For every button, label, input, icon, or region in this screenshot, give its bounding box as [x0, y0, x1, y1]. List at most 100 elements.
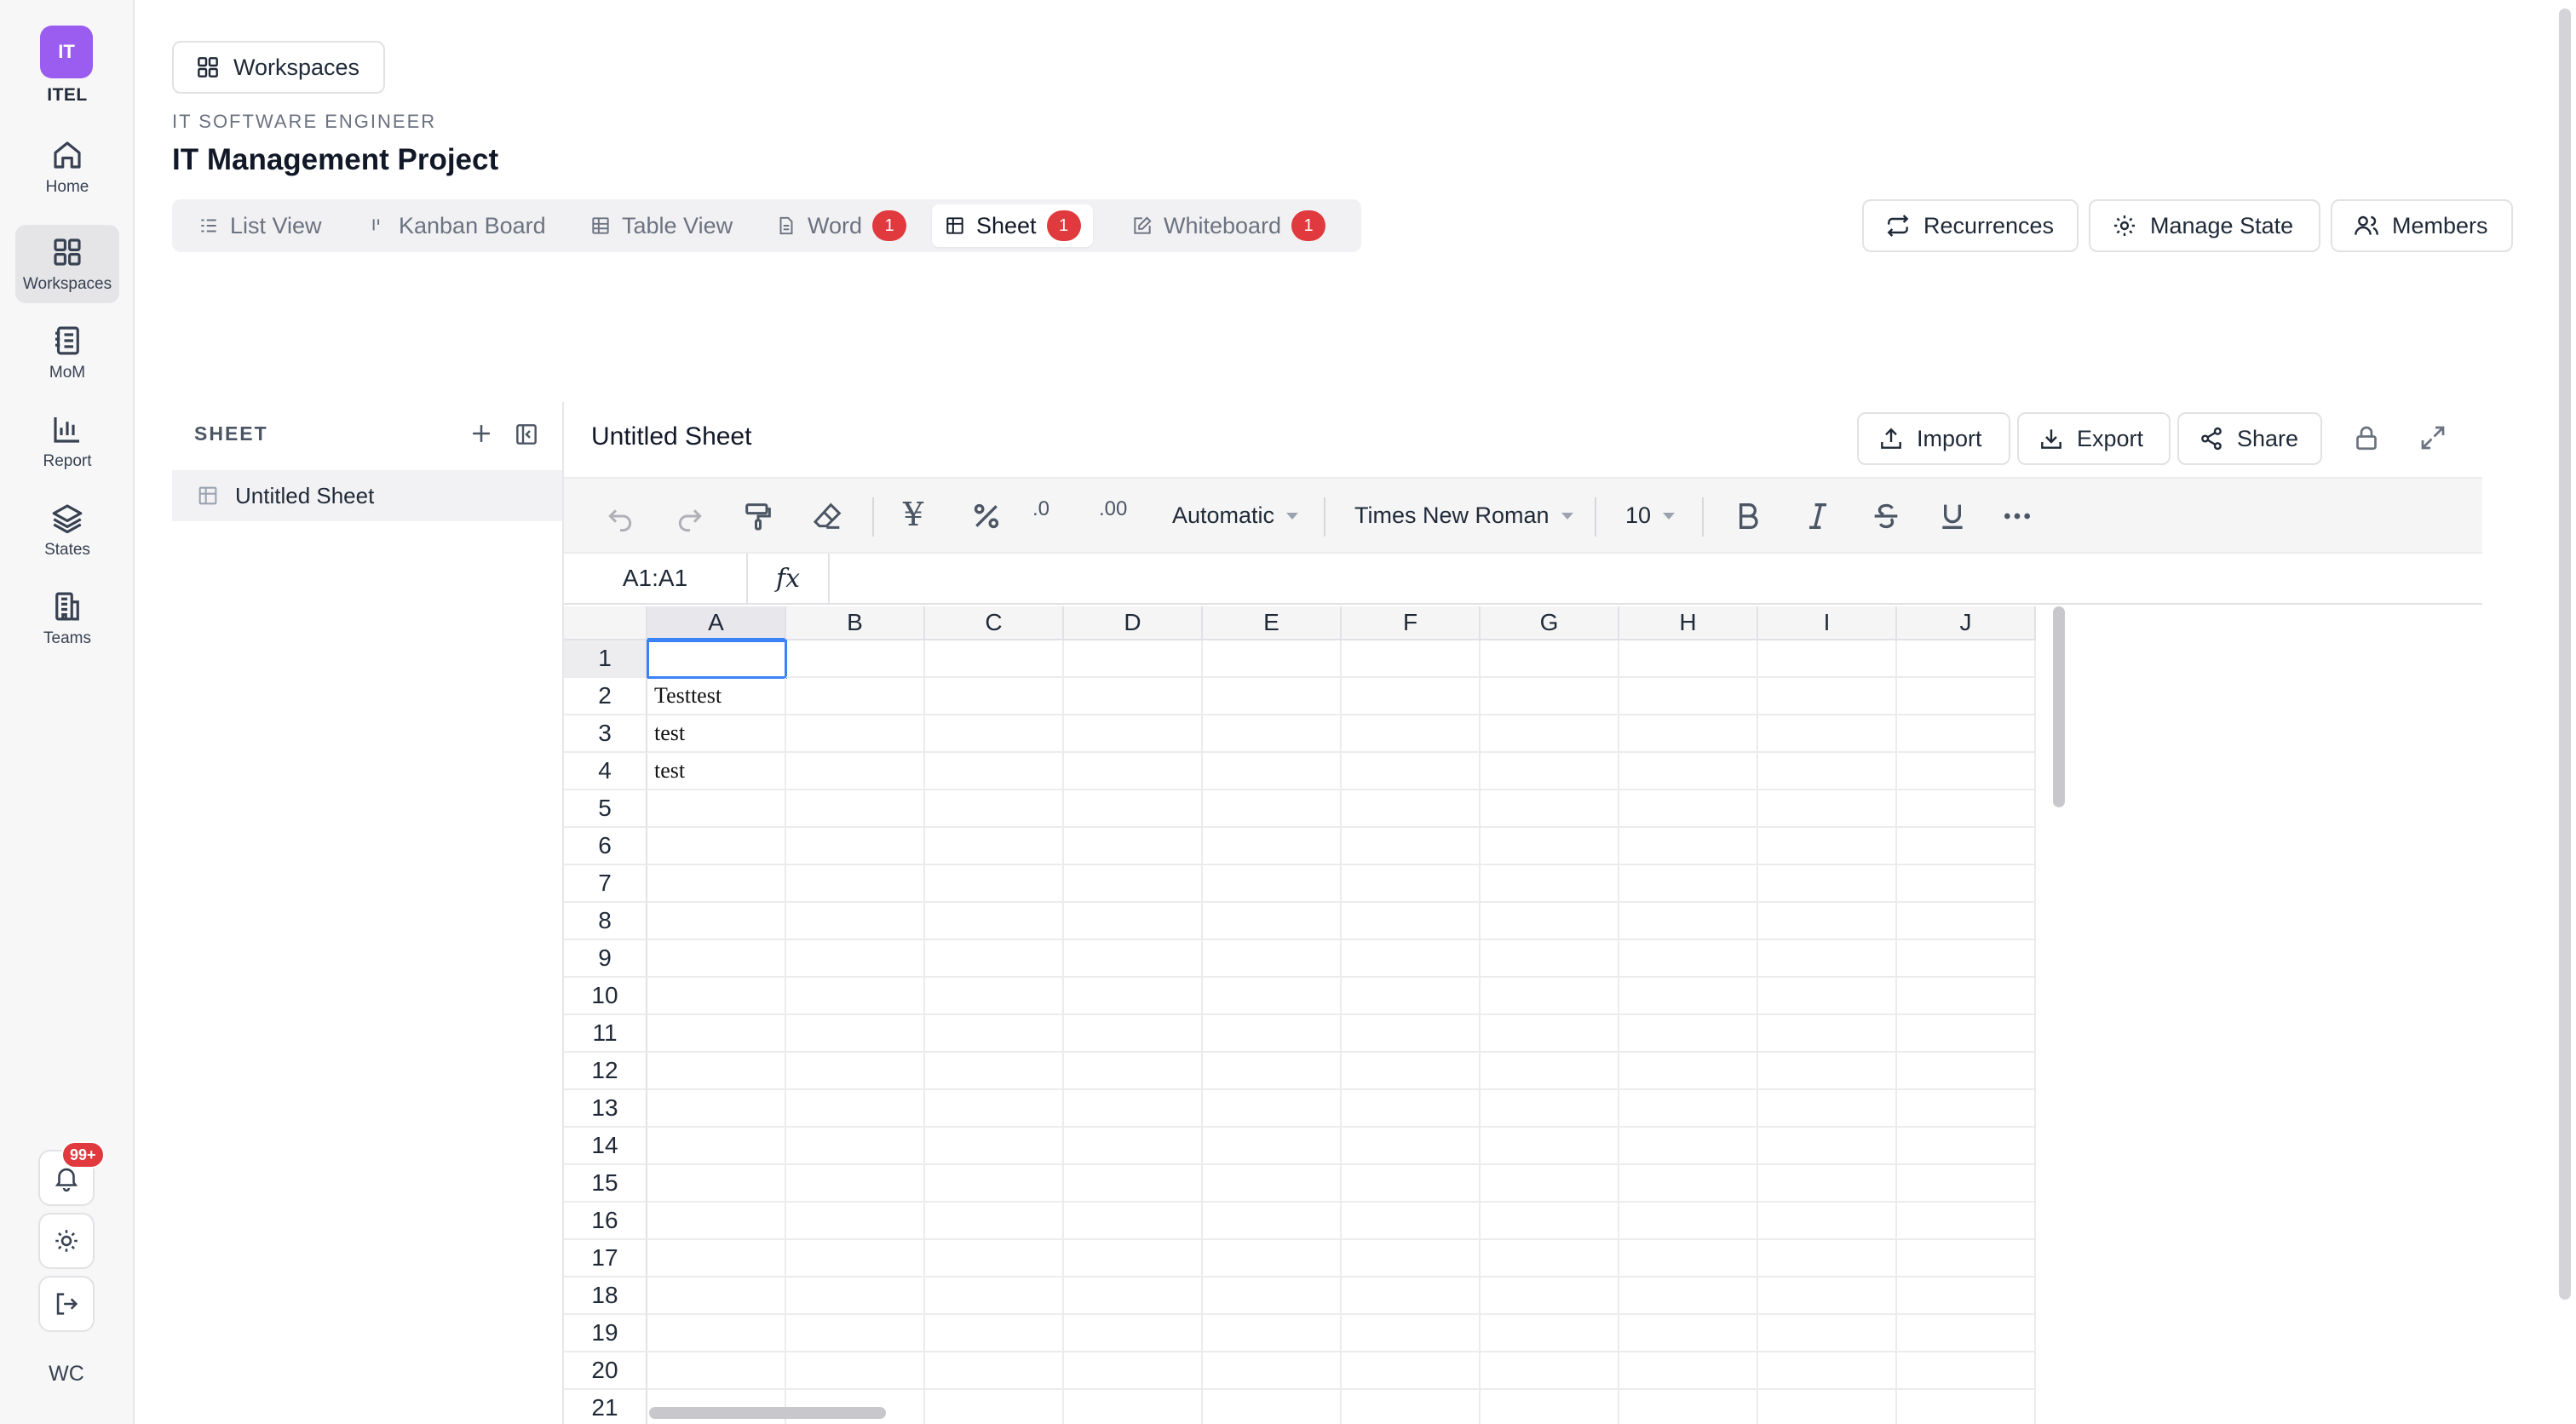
cell-f16[interactable]	[1342, 1203, 1481, 1240]
cell-a11[interactable]	[647, 1015, 786, 1053]
cell-c20[interactable]	[925, 1352, 1064, 1390]
cell-a1[interactable]	[647, 640, 787, 679]
cell-h13[interactable]	[1619, 1090, 1758, 1128]
cell-i16[interactable]	[1758, 1203, 1897, 1240]
cell-j16[interactable]	[1897, 1203, 2036, 1240]
cell-a10[interactable]	[647, 978, 786, 1015]
cell-h5[interactable]	[1619, 790, 1758, 828]
cell-b18[interactable]	[786, 1278, 925, 1315]
cell-b15[interactable]	[786, 1165, 925, 1203]
cell-c7[interactable]	[925, 865, 1064, 903]
cell-c15[interactable]	[925, 1165, 1064, 1203]
cell-g13[interactable]	[1481, 1090, 1619, 1128]
font-size-select[interactable]: 10	[1625, 502, 1676, 529]
cell-i17[interactable]	[1758, 1240, 1897, 1278]
cell-i13[interactable]	[1758, 1090, 1897, 1128]
tab-table-view[interactable]: Table View	[578, 204, 745, 247]
cell-e11[interactable]	[1203, 1015, 1342, 1053]
cell-e9[interactable]	[1203, 940, 1342, 978]
avatar[interactable]: WC	[38, 1346, 95, 1402]
import-button[interactable]: Import	[1857, 412, 2010, 465]
column-header[interactable]: J	[1897, 606, 2036, 640]
cell-c19[interactable]	[925, 1315, 1064, 1352]
cell-b9[interactable]	[786, 940, 925, 978]
rail-item-mom[interactable]: MoM	[15, 313, 119, 392]
workspaces-button[interactable]: Workspaces	[172, 41, 385, 94]
row-header[interactable]: 8	[564, 903, 647, 940]
cell-j5[interactable]	[1897, 790, 2036, 828]
cell-e3[interactable]	[1203, 715, 1342, 753]
cell-i3[interactable]	[1758, 715, 1897, 753]
cell-c21[interactable]	[925, 1390, 1064, 1424]
cell-c16[interactable]	[925, 1203, 1064, 1240]
cell-e7[interactable]	[1203, 865, 1342, 903]
manage-state-button[interactable]: Manage State	[2089, 199, 2320, 252]
cell-h8[interactable]	[1619, 903, 1758, 940]
theme-toggle-button[interactable]	[38, 1213, 95, 1269]
members-button[interactable]: Members	[2331, 199, 2513, 252]
vertical-scrollbar[interactable]	[2053, 606, 2065, 807]
cell-d17[interactable]	[1064, 1240, 1203, 1278]
eraser-icon[interactable]	[811, 499, 845, 533]
cell-g6[interactable]	[1481, 828, 1619, 865]
tab-list-view[interactable]: List View	[186, 204, 334, 247]
cell-e6[interactable]	[1203, 828, 1342, 865]
cell-a12[interactable]	[647, 1053, 786, 1090]
bold-icon[interactable]	[1731, 499, 1765, 533]
cell-g8[interactable]	[1481, 903, 1619, 940]
cell-d2[interactable]	[1064, 678, 1203, 715]
cell-a9[interactable]	[647, 940, 786, 978]
cell-g21[interactable]	[1481, 1390, 1619, 1424]
brand-logo[interactable]: IT	[40, 26, 93, 78]
cell-b10[interactable]	[786, 978, 925, 1015]
cell-a13[interactable]	[647, 1090, 786, 1128]
cell-reference-box[interactable]: A1:A1	[564, 554, 748, 603]
share-button[interactable]: Share	[2177, 412, 2322, 465]
column-header[interactable]: A	[647, 606, 786, 640]
cell-j12[interactable]	[1897, 1053, 2036, 1090]
cell-e4[interactable]	[1203, 753, 1342, 790]
cell-g5[interactable]	[1481, 790, 1619, 828]
cell-c5[interactable]	[925, 790, 1064, 828]
row-header[interactable]: 6	[564, 828, 647, 865]
decrease-decimal-button[interactable]: .0	[1032, 497, 1049, 521]
cell-d6[interactable]	[1064, 828, 1203, 865]
cell-c12[interactable]	[925, 1053, 1064, 1090]
cell-j14[interactable]	[1897, 1128, 2036, 1165]
cell-j3[interactable]	[1897, 715, 2036, 753]
cell-f14[interactable]	[1342, 1128, 1481, 1165]
tab-kanban-board[interactable]: Kanban Board	[354, 204, 558, 247]
cell-f3[interactable]	[1342, 715, 1481, 753]
cell-b16[interactable]	[786, 1203, 925, 1240]
tab-word[interactable]: Word 1	[763, 204, 918, 247]
cell-g20[interactable]	[1481, 1352, 1619, 1390]
cell-b1[interactable]	[786, 640, 925, 678]
cell-d15[interactable]	[1064, 1165, 1203, 1203]
cell-i6[interactable]	[1758, 828, 1897, 865]
cell-f6[interactable]	[1342, 828, 1481, 865]
cell-c13[interactable]	[925, 1090, 1064, 1128]
cell-c8[interactable]	[925, 903, 1064, 940]
cell-j9[interactable]	[1897, 940, 2036, 978]
cell-i21[interactable]	[1758, 1390, 1897, 1424]
cell-f7[interactable]	[1342, 865, 1481, 903]
export-button[interactable]: Export	[2017, 412, 2171, 465]
cell-d4[interactable]	[1064, 753, 1203, 790]
cell-b3[interactable]	[786, 715, 925, 753]
row-header[interactable]: 3	[564, 715, 647, 753]
cell-a7[interactable]	[647, 865, 786, 903]
cell-c9[interactable]	[925, 940, 1064, 978]
italic-icon[interactable]	[1801, 499, 1835, 533]
cell-i9[interactable]	[1758, 940, 1897, 978]
cell-i2[interactable]	[1758, 678, 1897, 715]
increase-decimal-button[interactable]: .00	[1099, 497, 1127, 521]
undo-icon[interactable]	[603, 499, 637, 533]
cell-g11[interactable]	[1481, 1015, 1619, 1053]
rail-item-report[interactable]: Report	[15, 402, 119, 480]
row-header[interactable]: 4	[564, 753, 647, 790]
cell-i10[interactable]	[1758, 978, 1897, 1015]
cell-j8[interactable]	[1897, 903, 2036, 940]
row-header[interactable]: 13	[564, 1090, 647, 1128]
cell-h9[interactable]	[1619, 940, 1758, 978]
cell-a14[interactable]	[647, 1128, 786, 1165]
